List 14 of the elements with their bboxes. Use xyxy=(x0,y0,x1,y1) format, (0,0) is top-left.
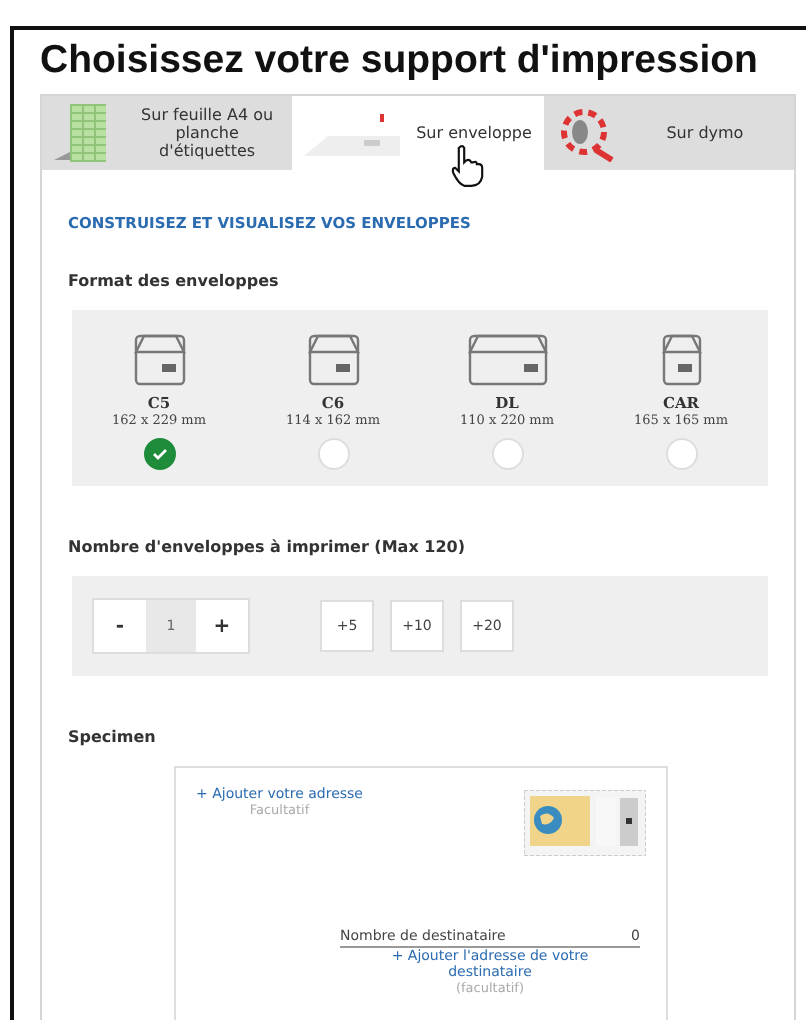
envelope-icon xyxy=(307,334,359,386)
section-label: Nombre d'enveloppes à imprimer (Max 120) xyxy=(68,538,467,556)
hand-cursor-icon xyxy=(448,144,484,188)
envelope-icon xyxy=(467,334,547,386)
check-icon xyxy=(151,446,167,462)
envelope-icon xyxy=(661,334,701,386)
radio-button[interactable] xyxy=(143,438,175,470)
stamp-drawing xyxy=(524,790,646,856)
section-label: Specimen xyxy=(68,728,158,746)
label-roll-icon xyxy=(555,105,616,161)
envelope-icon xyxy=(133,334,185,386)
tab[interactable]: Sur enveloppe xyxy=(292,96,544,170)
page-title: Choisissez votre support d'impression xyxy=(40,38,760,84)
section-label: Format des enveloppes xyxy=(68,272,281,290)
